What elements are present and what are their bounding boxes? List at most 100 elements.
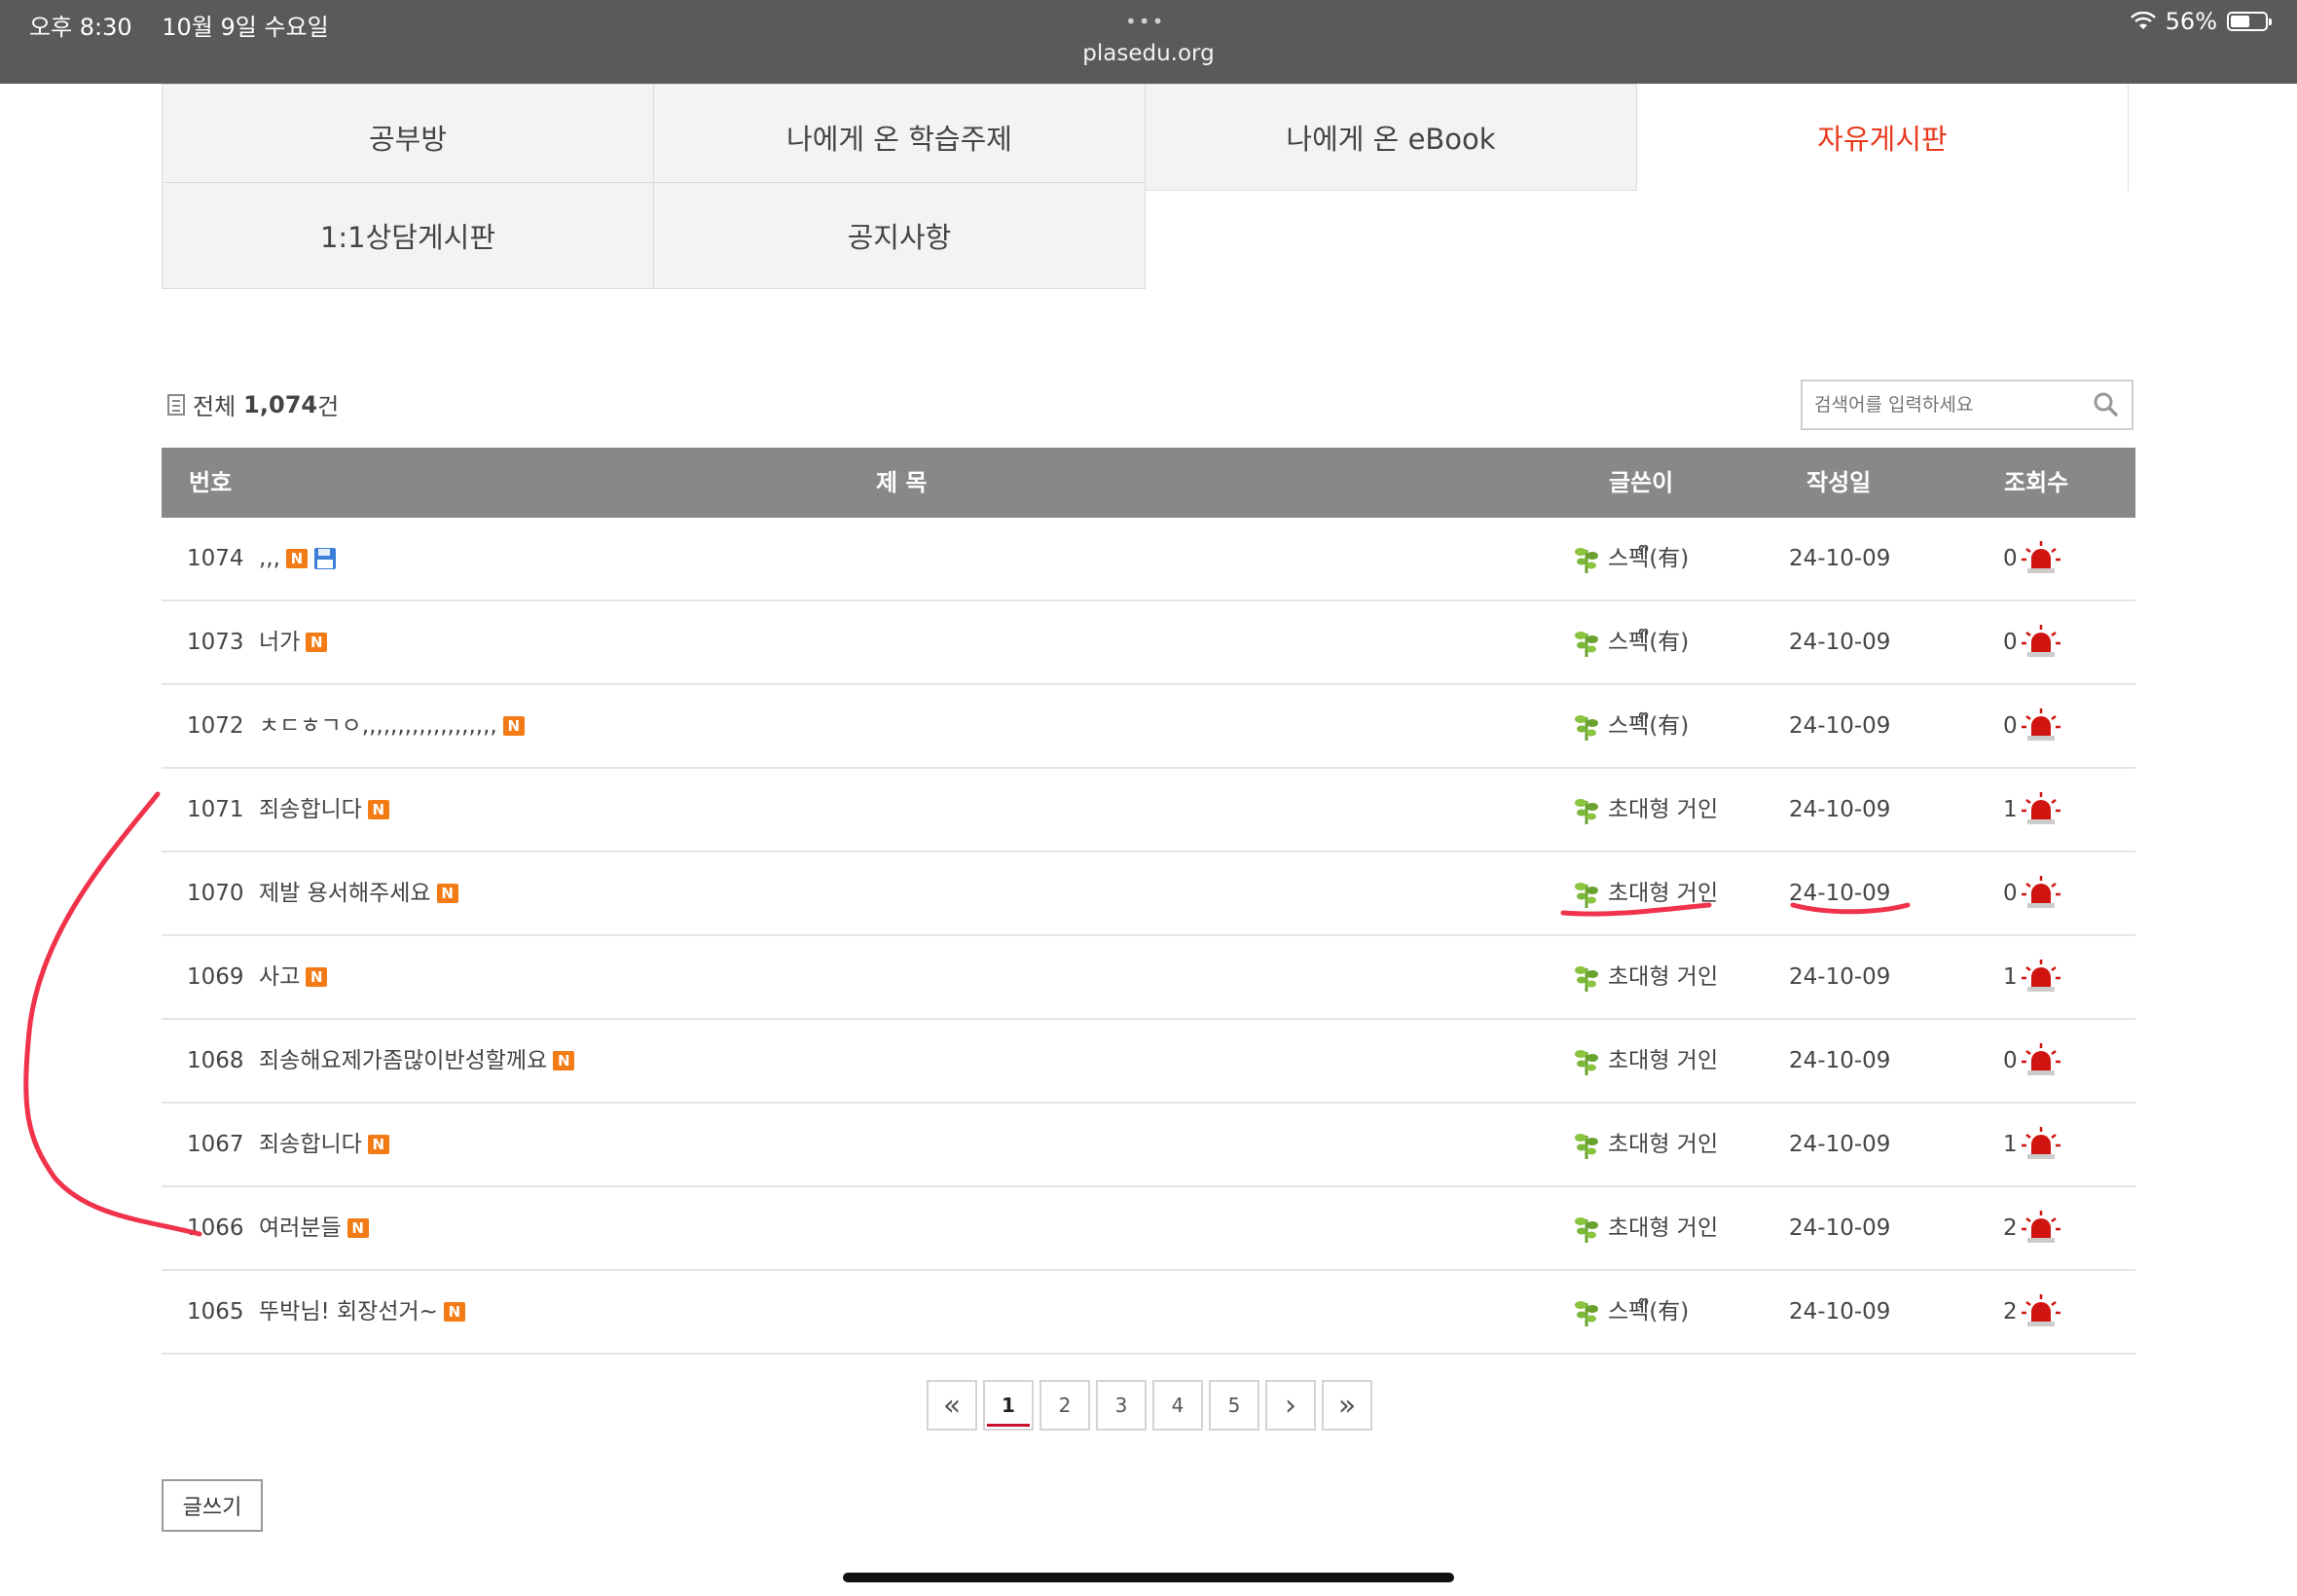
post-title-link[interactable]: 죄송해요제가좀많이반성할께요 xyxy=(259,1020,547,1102)
siren-icon[interactable] xyxy=(2021,1127,2060,1162)
new-badge-icon: N xyxy=(436,884,458,903)
post-author[interactable]: 초대형 거인 xyxy=(1573,1104,1718,1185)
author-name[interactable]: 초대형 거인 xyxy=(1608,1187,1718,1269)
post-author[interactable]: 초대형 거인 xyxy=(1573,852,1718,934)
post-title-link[interactable]: 죄송합니다 xyxy=(259,1104,362,1185)
post-title-cell[interactable]: 죄송합니다 N xyxy=(259,1104,389,1185)
post-author[interactable]: 스펙ᩚ(有) xyxy=(1573,601,1689,683)
table-row[interactable]: 1070 제발 용서해주세요 N 초대형 거인 24-10-09 0 xyxy=(162,852,2135,936)
post-title-cell[interactable]: 뚜박님! 회장선거~ N xyxy=(259,1271,465,1353)
post-title-link[interactable]: 제발 용서해주세요 xyxy=(259,852,431,934)
author-name[interactable]: 초대형 거인 xyxy=(1608,769,1718,851)
post-title-link[interactable]: ㅊㄷㅎㄱㅇ,,,,,,,,,,,,,,,,,,, xyxy=(259,685,497,767)
search-icon[interactable] xyxy=(2093,391,2118,417)
view-count: 1 xyxy=(2003,964,2018,990)
author-name[interactable]: 초대형 거인 xyxy=(1608,936,1718,1018)
write-post-button[interactable]: 글쓰기 xyxy=(162,1479,263,1532)
post-author[interactable]: 초대형 거인 xyxy=(1573,1187,1718,1269)
siren-icon[interactable] xyxy=(2021,876,2060,911)
siren-icon[interactable] xyxy=(2021,1043,2060,1078)
siren-icon[interactable] xyxy=(2021,541,2060,576)
author-name[interactable]: 스펙ᩚ(有) xyxy=(1608,518,1689,599)
post-title-link[interactable]: 뚜박님! 회장선거~ xyxy=(259,1271,438,1353)
header-num: 번호 xyxy=(189,469,233,496)
author-name[interactable]: 초대형 거인 xyxy=(1608,852,1718,934)
page-3-button[interactable]: 3 xyxy=(1096,1380,1147,1431)
new-badge-icon: N xyxy=(285,549,308,568)
table-row[interactable]: 1072 ㅊㄷㅎㄱㅇ,,,,,,,,,,,,,,,,,,, N 스펙ᩚ(有) 24-10… xyxy=(162,685,2135,769)
post-title-cell[interactable]: 죄송해요제가좀많이반성할께요 N xyxy=(259,1020,575,1102)
next-page-button[interactable]: › xyxy=(1265,1380,1316,1431)
author-name[interactable]: 스펙ᩚ(有) xyxy=(1608,685,1689,767)
table-row[interactable]: 1068 죄송해요제가좀많이반성할께요 N 초대형 거인 24-10-09 0 xyxy=(162,1020,2135,1104)
page-1-button[interactable]: 1 xyxy=(983,1380,1034,1431)
post-author[interactable]: 스펙ᩚ(有) xyxy=(1573,685,1689,767)
page-2-button[interactable]: 2 xyxy=(1039,1380,1090,1431)
last-page-button[interactable]: » xyxy=(1322,1380,1372,1431)
siren-icon[interactable] xyxy=(2021,792,2060,827)
post-author[interactable]: 초대형 거인 xyxy=(1573,936,1718,1018)
tab-label: 공부방 xyxy=(368,123,448,156)
tab-ebook[interactable]: 나에게 온 eBook xyxy=(1145,84,1637,191)
tab-label: 1:1상담게시판 xyxy=(319,221,496,254)
tab-free-board[interactable]: 자유게시판 xyxy=(1636,84,2129,191)
address-url[interactable]: plasedu.org xyxy=(0,41,2297,66)
post-title-link[interactable]: 죄송합니다 xyxy=(259,769,362,851)
table-row[interactable]: 1067 죄송합니다 N 초대형 거인 24-10-09 1 xyxy=(162,1104,2135,1187)
page-4-button[interactable]: 4 xyxy=(1152,1380,1203,1431)
post-author[interactable]: 초대형 거인 xyxy=(1573,1020,1718,1102)
view-count: 2 xyxy=(2003,1215,2018,1241)
battery-level xyxy=(2231,16,2249,27)
page-5-button[interactable]: 5 xyxy=(1209,1380,1259,1431)
siren-icon[interactable] xyxy=(2021,960,2060,995)
post-date: 24-10-09 xyxy=(1789,1215,1891,1241)
siren-icon[interactable] xyxy=(2021,708,2060,744)
tab-learning-topics[interactable]: 나에게 온 학습주제 xyxy=(653,84,1146,191)
header-author: 글쓴이 xyxy=(1609,469,1674,496)
table-row[interactable]: 1073 너가 N 스펙ᩚ(有) 24-10-09 0 xyxy=(162,601,2135,685)
tab-notice[interactable]: 공지사항 xyxy=(653,182,1146,289)
post-title-link[interactable]: 너가 xyxy=(259,601,300,683)
post-title-link[interactable]: 여러분들 xyxy=(259,1187,342,1269)
post-title-link[interactable]: ,,, xyxy=(259,518,280,599)
siren-icon[interactable] xyxy=(2021,625,2060,660)
post-author[interactable]: 초대형 거인 xyxy=(1573,769,1718,851)
table-row[interactable]: 1069 사고 N 초대형 거인 24-10-09 1 xyxy=(162,936,2135,1020)
new-badge-icon: N xyxy=(346,1218,369,1238)
view-count: 0 xyxy=(2003,630,2018,655)
post-title-cell[interactable]: ㅊㄷㅎㄱㅇ,,,,,,,,,,,,,,,,,,, N xyxy=(259,685,525,767)
author-name[interactable]: 스펙ᩚ(有) xyxy=(1608,601,1689,683)
post-author[interactable]: 스펙ᩚ(有) xyxy=(1573,518,1689,599)
post-date: 24-10-09 xyxy=(1789,964,1891,990)
search-input[interactable] xyxy=(1803,381,2089,428)
post-title-link[interactable]: 사고 xyxy=(259,936,300,1018)
siren-icon[interactable] xyxy=(2021,1294,2060,1329)
author-name[interactable]: 초대형 거인 xyxy=(1608,1020,1718,1102)
tab-consult-board[interactable]: 1:1상담게시판 xyxy=(162,182,654,289)
post-views: 0 xyxy=(2003,601,2060,683)
first-page-button[interactable]: « xyxy=(927,1380,977,1431)
table-row[interactable]: 1065 뚜박님! 회장선거~ N 스펙ᩚ(有) 24-10-09 2 xyxy=(162,1271,2135,1355)
table-row[interactable]: 1071 죄송합니다 N 초대형 거인 24-10-09 1 xyxy=(162,769,2135,852)
table-row[interactable]: 1074,,, N 스펙ᩚ(有) 24-10-09 0 xyxy=(162,518,2135,601)
author-name[interactable]: 스펙ᩚ(有) xyxy=(1608,1271,1689,1353)
view-count: 0 xyxy=(2003,1048,2018,1073)
siren-icon[interactable] xyxy=(2021,1211,2060,1246)
post-title-cell[interactable]: 여러분들 N xyxy=(259,1187,369,1269)
table-row[interactable]: 1066 여러분들 N 초대형 거인 24-10-09 2 xyxy=(162,1187,2135,1271)
post-title-cell[interactable]: ,,, N xyxy=(259,518,337,599)
post-title-cell[interactable]: 사고 N xyxy=(259,936,328,1018)
multitask-dots[interactable]: ••• xyxy=(1125,10,1165,33)
post-number: 1066 xyxy=(187,1215,244,1241)
post-title-cell[interactable]: 제발 용서해주세요 N xyxy=(259,852,458,934)
post-author[interactable]: 스펙ᩚ(有) xyxy=(1573,1271,1689,1353)
tab-study-room[interactable]: 공부방 xyxy=(162,84,654,191)
plant-level-icon xyxy=(1575,1301,1598,1326)
home-indicator[interactable] xyxy=(843,1573,1454,1582)
post-title-cell[interactable]: 너가 N xyxy=(259,601,328,683)
post-title-cell[interactable]: 죄송합니다 N xyxy=(259,769,389,851)
total-count: 전체 1,074 건 xyxy=(167,387,339,421)
board-table: 번호 제 목 글쓴이 작성일 조회수 1074,,, N 스펙ᩚ(有) 24-10-0… xyxy=(162,448,2135,1355)
author-name[interactable]: 초대형 거인 xyxy=(1608,1104,1718,1185)
post-views: 2 xyxy=(2003,1271,2060,1353)
